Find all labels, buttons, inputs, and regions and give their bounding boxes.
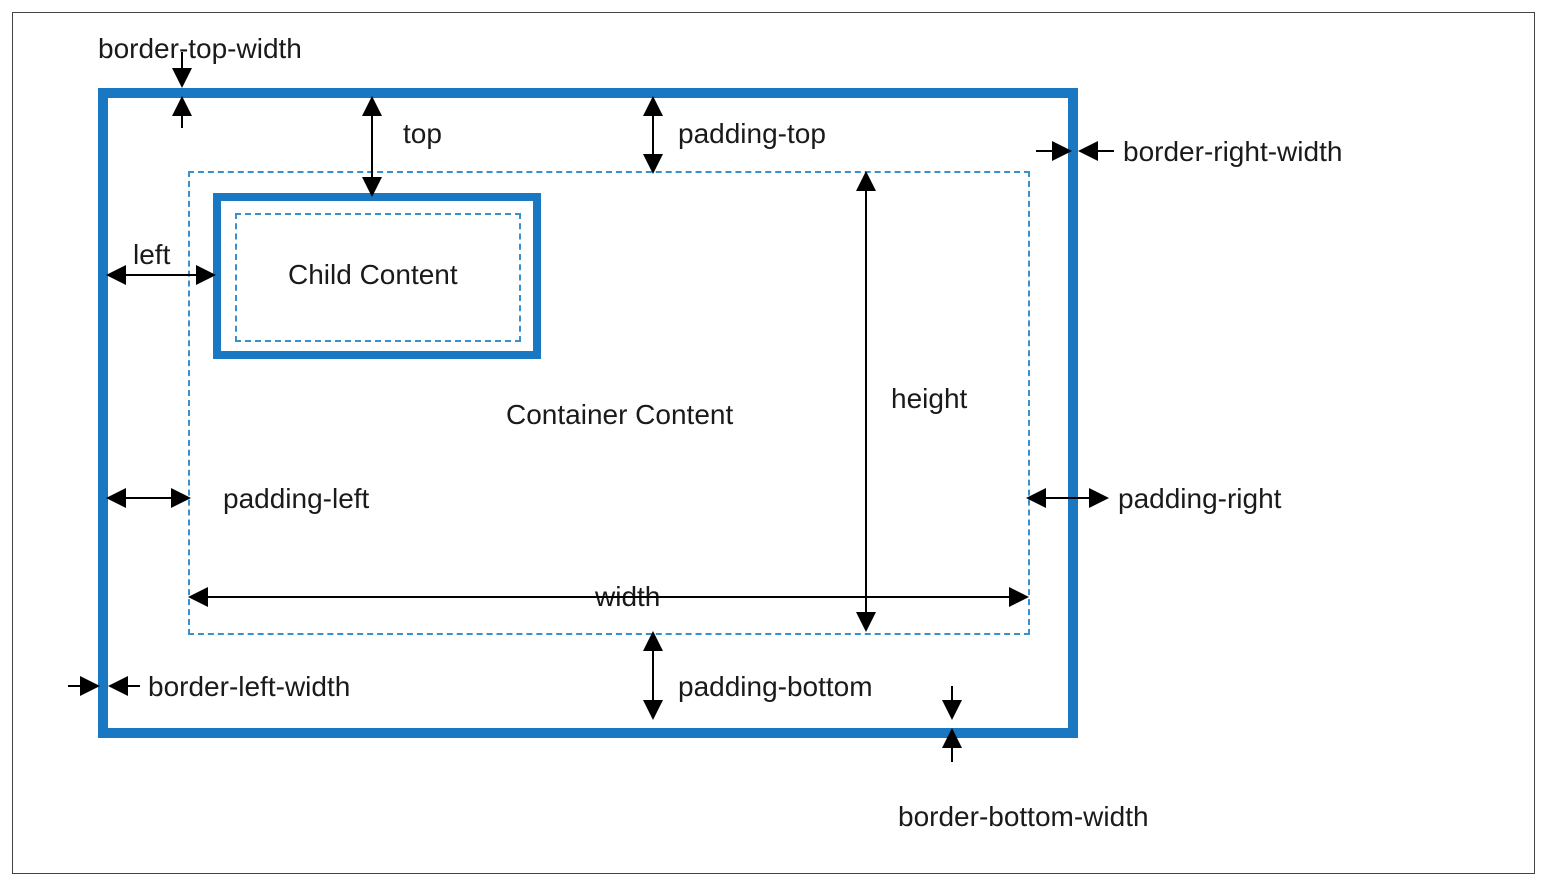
label-border-bottom-width: border-bottom-width: [898, 803, 1149, 831]
label-padding-bottom: padding-bottom: [678, 673, 873, 701]
label-padding-left: padding-left: [223, 485, 369, 513]
label-border-top-width: border-top-width: [98, 35, 302, 63]
diagram-frame: border-top-width border-right-width bord…: [12, 12, 1535, 874]
label-padding-right: padding-right: [1118, 485, 1281, 513]
label-height: height: [891, 385, 967, 413]
label-border-left-width: border-left-width: [148, 673, 350, 701]
label-width: width: [581, 583, 674, 611]
label-padding-top: padding-top: [678, 120, 826, 148]
label-container-content: Container Content: [506, 401, 733, 429]
label-top: top: [403, 120, 442, 148]
label-border-right-width: border-right-width: [1123, 138, 1342, 166]
label-child-content: Child Content: [288, 261, 458, 289]
label-left: left: [133, 241, 170, 269]
